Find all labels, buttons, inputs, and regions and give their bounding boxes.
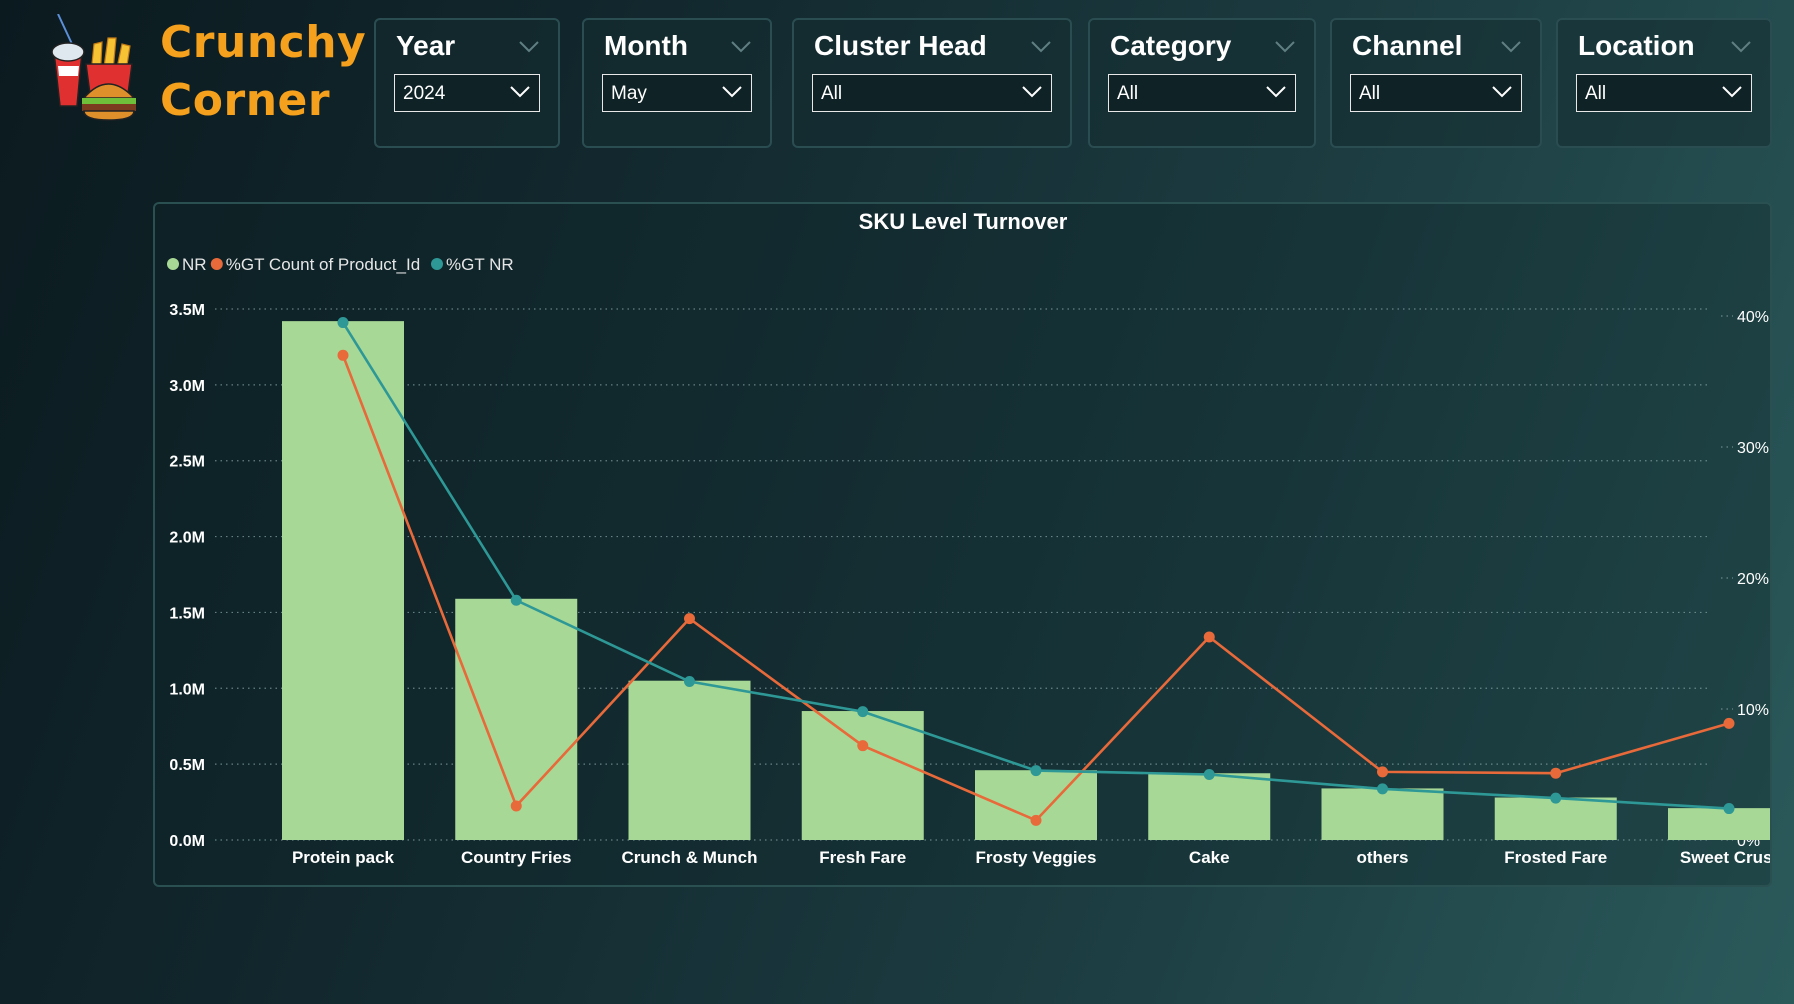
bar-8 bbox=[1668, 808, 1770, 840]
slicer-location[interactable]: Location All bbox=[1556, 18, 1772, 148]
cluster-head-dropdown[interactable]: All bbox=[812, 74, 1052, 112]
x-tick-label: Sweet Crust bbox=[1680, 848, 1770, 867]
y-tick-label-left: 2.5M bbox=[169, 454, 205, 471]
count-line-point-8 bbox=[1723, 717, 1735, 729]
bar-3 bbox=[801, 711, 924, 840]
slicer-location-title: Location bbox=[1578, 30, 1695, 61]
legend-marker-1 bbox=[210, 258, 223, 270]
slicer-cluster-head-title: Cluster Head bbox=[814, 30, 987, 61]
chevron-down-icon[interactable] bbox=[1500, 40, 1522, 54]
year-dropdown-value: 2024 bbox=[403, 83, 446, 104]
y-tick-label-left: 2.0M bbox=[169, 530, 205, 547]
brand-line-1: Crunchy bbox=[160, 17, 367, 68]
category-dropdown[interactable]: All bbox=[1108, 74, 1296, 112]
channel-dropdown-value: All bbox=[1359, 83, 1381, 104]
nr-line-point-8 bbox=[1723, 803, 1735, 815]
count-line-point-7 bbox=[1550, 767, 1562, 779]
chevron-down-icon[interactable] bbox=[1030, 40, 1052, 54]
y-tick-label-left: 3.5M bbox=[169, 302, 205, 319]
count-line-point-4 bbox=[1030, 814, 1042, 826]
bar-2 bbox=[628, 680, 751, 840]
bar-4 bbox=[975, 770, 1097, 840]
chevron-down-icon bbox=[1492, 86, 1512, 98]
chevron-down-icon[interactable] bbox=[1274, 40, 1296, 54]
slicer-year-title: Year bbox=[396, 30, 456, 61]
slicer-month-title: Month bbox=[604, 30, 688, 61]
chevron-down-icon bbox=[510, 86, 530, 98]
chevron-down-icon bbox=[1722, 86, 1742, 98]
year-dropdown[interactable]: 2024 bbox=[394, 74, 540, 112]
chevron-down-icon[interactable] bbox=[1730, 40, 1752, 54]
bar-5 bbox=[1148, 773, 1271, 840]
x-tick-label: Fresh Fare bbox=[819, 848, 906, 867]
legend-label-1: %GT Count of Product_Id bbox=[226, 255, 420, 274]
chevron-down-icon bbox=[722, 86, 742, 98]
cluster-head-dropdown-value: All bbox=[821, 83, 843, 104]
y-tick-label-right: 30% bbox=[1737, 440, 1769, 457]
chevron-down-icon bbox=[1266, 86, 1286, 98]
nr-line-point-7 bbox=[1550, 792, 1562, 804]
x-tick-label: Cake bbox=[1189, 848, 1230, 867]
nr-line-point-6 bbox=[1377, 783, 1388, 795]
month-dropdown[interactable]: May bbox=[602, 74, 752, 112]
count-line-point-3 bbox=[857, 740, 869, 752]
y-tick-label-right: 10% bbox=[1737, 702, 1769, 719]
slicer-category[interactable]: Category All bbox=[1088, 18, 1316, 148]
y-tick-label-right: 40% bbox=[1737, 309, 1769, 326]
nr-line-point-2 bbox=[684, 675, 695, 687]
bar-7 bbox=[1494, 797, 1617, 840]
legend-marker-0 bbox=[167, 258, 179, 270]
slicer-cluster-head[interactable]: Cluster Head All bbox=[792, 18, 1072, 148]
chevron-down-icon bbox=[1022, 86, 1042, 98]
count-line-point-5 bbox=[1203, 631, 1215, 643]
nr-line-point-5 bbox=[1203, 769, 1215, 780]
location-dropdown-value: All bbox=[1585, 83, 1607, 104]
count-line-point-0 bbox=[337, 349, 349, 361]
y-tick-label-left: 0.5M bbox=[169, 757, 205, 774]
legend-marker-2 bbox=[431, 258, 443, 270]
nr-line-point-1 bbox=[510, 594, 522, 606]
slicer-channel-title: Channel bbox=[1352, 30, 1463, 61]
sku-turnover-chart: SKU Level Turnover NR %GT Count of Product… bbox=[167, 209, 1770, 867]
bar-0 bbox=[282, 321, 404, 840]
slicer-month[interactable]: Month May bbox=[582, 18, 772, 148]
y-tick-label-left: 1.0M bbox=[169, 681, 205, 698]
nr-line-point-0 bbox=[337, 317, 349, 329]
x-tick-label: others bbox=[1357, 848, 1409, 867]
x-tick-label: Crunch & Munch bbox=[622, 848, 758, 867]
sku-turnover-chart-card: SKU Level Turnover NR %GT Count of Product… bbox=[153, 202, 1772, 887]
snacks-logo-icon bbox=[51, 14, 136, 121]
count-line-point-1 bbox=[510, 800, 522, 812]
chevron-down-icon[interactable] bbox=[518, 40, 540, 54]
count-line-point-6 bbox=[1377, 766, 1388, 778]
legend-label-2: %GT NR bbox=[446, 255, 514, 274]
nr-line-point-3 bbox=[857, 706, 869, 718]
month-dropdown-value: May bbox=[611, 83, 647, 104]
category-dropdown-value: All bbox=[1117, 83, 1139, 104]
chevron-down-icon[interactable] bbox=[730, 40, 752, 54]
brand-line-2: Corner bbox=[160, 75, 331, 126]
x-tick-label: Frosty Veggies bbox=[976, 848, 1097, 867]
slicer-year[interactable]: Year 2024 bbox=[374, 18, 560, 148]
y-tick-label-left: 0.0M bbox=[169, 833, 205, 850]
brand-title: Crunchy Corner bbox=[160, 14, 366, 130]
chart-title: SKU Level Turnover bbox=[859, 209, 1068, 234]
y-tick-label-left: 3.0M bbox=[169, 378, 205, 395]
channel-dropdown[interactable]: All bbox=[1350, 74, 1522, 112]
count-line-point-2 bbox=[684, 613, 695, 625]
slicer-category-title: Category bbox=[1110, 30, 1232, 61]
location-dropdown[interactable]: All bbox=[1576, 74, 1752, 112]
slicer-channel[interactable]: Channel All bbox=[1330, 18, 1542, 148]
nr-line-point-4 bbox=[1030, 765, 1042, 777]
x-tick-label: Frosted Fare bbox=[1504, 848, 1607, 867]
legend-label-0: NR bbox=[182, 255, 207, 274]
y-tick-label-right: 20% bbox=[1737, 571, 1769, 588]
x-tick-label: Protein pack bbox=[292, 848, 395, 867]
y-tick-label-left: 1.5M bbox=[169, 605, 205, 622]
x-tick-label: Country Fries bbox=[461, 848, 572, 867]
bar-6 bbox=[1321, 788, 1444, 840]
